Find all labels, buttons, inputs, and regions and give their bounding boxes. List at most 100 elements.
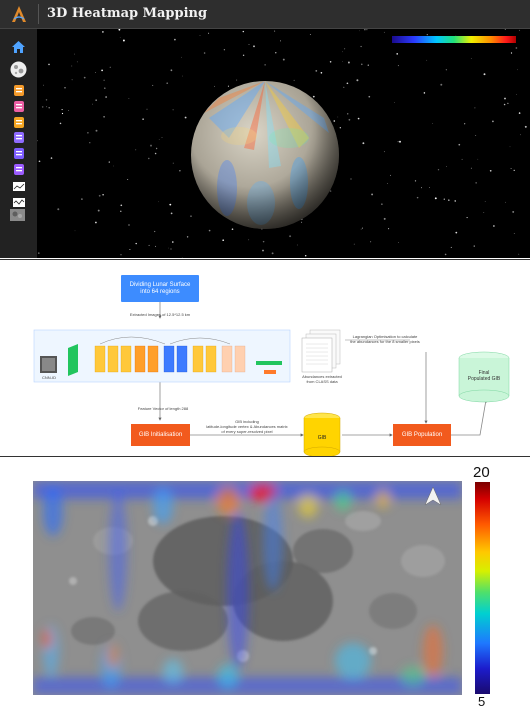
star (492, 120, 494, 123)
star (181, 257, 183, 258)
title-separator (38, 4, 39, 24)
title-bar: 3D Heatmap Mapping (0, 0, 530, 29)
element-map-icon-4[interactable] (11, 130, 26, 144)
star (510, 167, 512, 170)
star (181, 56, 182, 58)
star (524, 125, 527, 128)
star (172, 162, 174, 164)
star (223, 49, 226, 51)
surface-image-icon[interactable] (10, 209, 25, 221)
star (102, 194, 104, 196)
star (357, 117, 360, 120)
star (152, 84, 154, 86)
star (186, 236, 189, 238)
star (513, 233, 515, 235)
star (423, 92, 426, 94)
star (371, 193, 374, 196)
star (397, 65, 399, 67)
element-map-icon-3[interactable] (11, 115, 26, 129)
star (71, 65, 73, 67)
star (370, 241, 372, 243)
star (398, 242, 400, 243)
star (120, 204, 123, 207)
star (381, 203, 383, 205)
star (120, 210, 122, 212)
star (48, 63, 50, 66)
star (343, 86, 345, 88)
star (127, 179, 129, 181)
star (38, 160, 41, 163)
element-map-icon-2[interactable] (11, 99, 26, 113)
star (450, 246, 452, 248)
star (83, 76, 86, 79)
star (383, 151, 385, 153)
element-map-icon-1[interactable] (11, 83, 26, 97)
star (434, 197, 437, 200)
moon-globe-icon[interactable] (10, 61, 27, 78)
star (242, 30, 245, 33)
star (367, 64, 369, 66)
star (105, 96, 107, 98)
cnn-input-label: CNN-ID (42, 375, 56, 380)
star (520, 134, 522, 136)
star (296, 244, 298, 246)
star (129, 249, 131, 251)
star (61, 112, 64, 115)
star (360, 45, 362, 48)
star (309, 33, 311, 36)
star (74, 53, 76, 55)
star (510, 52, 513, 54)
star (242, 54, 245, 57)
abundances-extracted-label: Abundances extracted from CLASS data (302, 374, 342, 384)
star (103, 115, 105, 118)
star (148, 244, 150, 246)
moon-globe-heatmap[interactable] (189, 78, 341, 232)
3d-viewport[interactable] (37, 29, 530, 258)
star (95, 99, 97, 101)
star (161, 137, 163, 138)
star (92, 103, 93, 105)
star (396, 53, 399, 55)
star (353, 243, 355, 245)
star (461, 158, 463, 160)
star (57, 208, 60, 211)
star (104, 87, 106, 89)
star (168, 247, 169, 249)
star (416, 196, 419, 199)
chart-view-icon-2[interactable] (11, 195, 26, 209)
star (517, 69, 518, 71)
star (484, 201, 486, 202)
star (109, 66, 111, 68)
star (158, 201, 160, 203)
star (95, 129, 98, 132)
star (154, 230, 156, 233)
star (46, 106, 48, 108)
star (356, 79, 359, 82)
star (483, 212, 485, 213)
star (203, 52, 206, 54)
star (455, 231, 458, 234)
star (519, 29, 521, 31)
lunar-surface-heatmap[interactable] (33, 481, 462, 695)
star (458, 143, 461, 146)
star (390, 174, 391, 176)
star (329, 61, 332, 63)
star (282, 58, 285, 61)
star (208, 32, 210, 34)
star (446, 166, 447, 167)
star (89, 142, 91, 144)
star (516, 94, 517, 95)
star (101, 69, 103, 72)
element-map-icon-6[interactable] (11, 162, 26, 176)
home-icon[interactable] (11, 40, 26, 54)
star (507, 102, 509, 105)
star (184, 116, 187, 119)
star (148, 157, 150, 160)
chart-view-icon-1[interactable] (11, 179, 26, 193)
element-map-icon-5[interactable] (11, 146, 26, 160)
star (95, 221, 97, 224)
star (429, 187, 430, 188)
app-logo-icon (12, 6, 26, 22)
star (515, 47, 518, 49)
star (155, 147, 158, 150)
